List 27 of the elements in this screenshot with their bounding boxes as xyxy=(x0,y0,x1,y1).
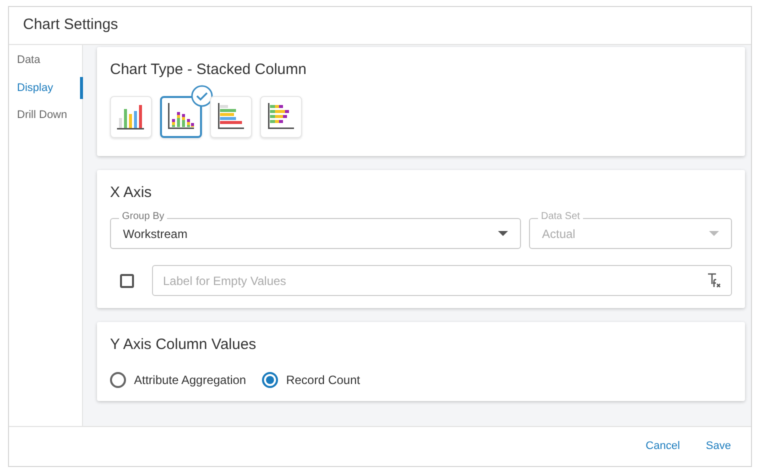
radio-button[interactable] xyxy=(262,372,278,388)
footer-button[interactable]: Save xyxy=(700,434,737,459)
stacked-column-chart-option[interactable] xyxy=(160,96,202,138)
sidebar-item[interactable]: Drill Down xyxy=(9,104,83,126)
stacked-bar-chart-option[interactable] xyxy=(260,96,302,138)
field-label: Group By xyxy=(119,211,168,223)
text-formula-icon xyxy=(706,272,722,288)
dialog-title: Chart Settings xyxy=(23,16,118,33)
column-chart-icon xyxy=(117,103,145,130)
bar-chart-option[interactable] xyxy=(210,96,252,138)
column-chart-option[interactable] xyxy=(110,96,152,138)
caret-icon xyxy=(498,230,508,236)
sidebar-item[interactable]: Data xyxy=(9,49,83,72)
radio-label: Attribute Aggregation xyxy=(134,372,246,388)
radio-button[interactable] xyxy=(110,372,126,388)
section-title: Y Axis Column Values xyxy=(110,335,258,355)
footer-button[interactable]: Cancel xyxy=(640,434,686,459)
radio-label: Record Count xyxy=(286,372,360,388)
stacked-column-chart-icon xyxy=(167,103,195,130)
check-icon xyxy=(191,84,213,106)
bar-chart-icon xyxy=(217,103,245,130)
stacked-bar-chart-icon xyxy=(267,103,295,130)
caret-icon xyxy=(709,230,719,236)
section-title: Chart Type - Stacked Column xyxy=(110,60,308,80)
checkbox[interactable] xyxy=(120,274,134,288)
section-title: X Axis xyxy=(110,182,153,202)
label-input-field[interactable]: Label for Empty Values xyxy=(152,265,732,296)
